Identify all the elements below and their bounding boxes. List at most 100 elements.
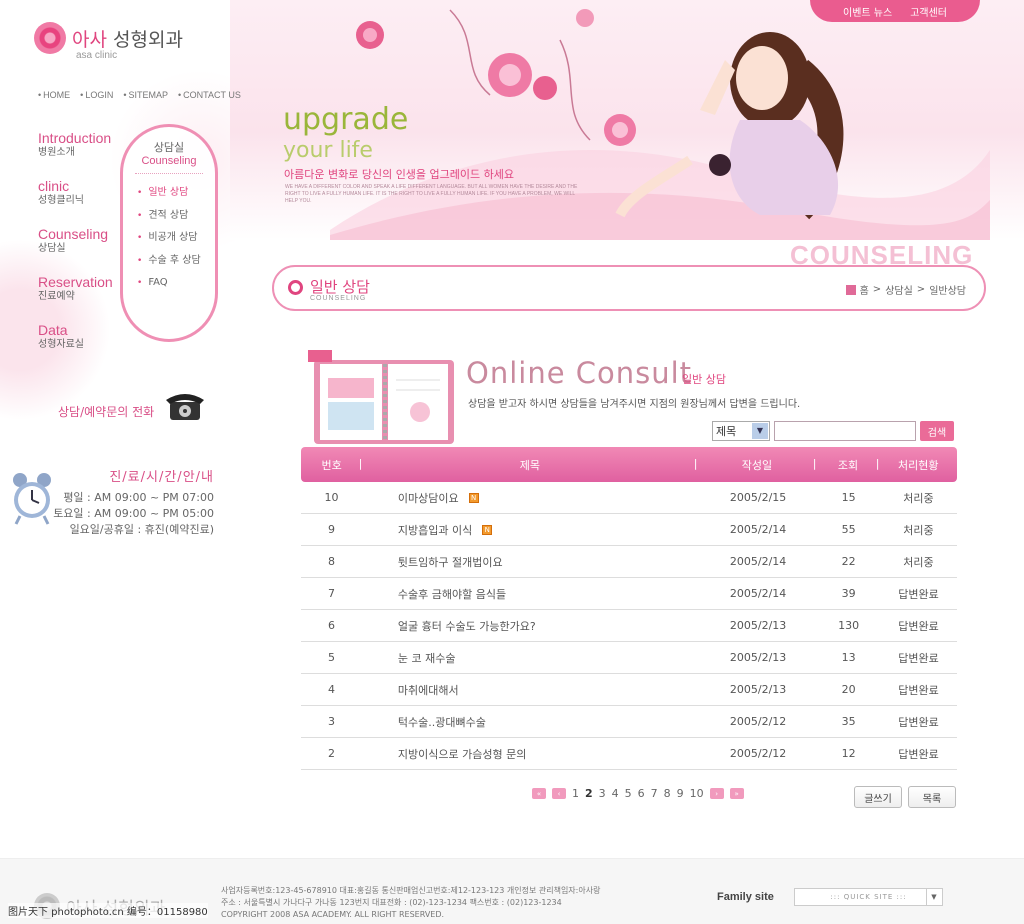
- page-number-link[interactable]: 6: [638, 787, 645, 800]
- tab-event-news[interactable]: 이벤트 뉴스: [843, 4, 892, 19]
- post-title-link[interactable]: 지방이식으로 가슴성형 문의: [398, 746, 526, 762]
- cell-views: 15: [841, 491, 856, 504]
- cell-date: 2005/2/12: [729, 747, 787, 760]
- table-row[interactable]: 8 튓트임하구 절개법이요 2005/2/14 22 처리중: [301, 546, 957, 578]
- page-number-link[interactable]: 3: [599, 787, 606, 800]
- table-row[interactable]: 9 지방흡입과 이식 N 2005/2/14 55 처리중: [301, 514, 957, 546]
- post-title-link[interactable]: 튓트임하구 절개법이요: [398, 554, 503, 570]
- table-row[interactable]: 10 이마상담이요 N 2005/2/15 15 처리중: [301, 482, 957, 514]
- top-tabs: 이벤트 뉴스 고객센터: [810, 0, 980, 22]
- new-post-icon: N: [482, 524, 493, 535]
- cell-status: 처리중: [903, 523, 934, 537]
- telephone-icon: [166, 394, 204, 420]
- cell-title[interactable]: 수술후 금해야할 음식들: [362, 586, 699, 602]
- banner-headline: upgrade: [283, 102, 409, 137]
- breadcrumb-counseling[interactable]: 상담실: [885, 282, 913, 297]
- cell-title[interactable]: 지방이식으로 가슴성형 문의: [362, 746, 699, 762]
- cell-date: 2005/2/14: [729, 587, 787, 600]
- side-item-clinic[interactable]: clinic 성형클리닉: [38, 178, 128, 207]
- cell-status: 답변완료: [898, 619, 939, 633]
- nav-login-link[interactable]: LOGIN: [80, 90, 113, 100]
- table-row[interactable]: 4 마취에대해서 2005/2/13 20 답변완료: [301, 674, 957, 706]
- tab-customer-center[interactable]: 고객센터: [910, 4, 947, 19]
- nav-sitemap-link[interactable]: SITEMAP: [123, 90, 168, 100]
- page-number-link[interactable]: 9: [677, 787, 684, 800]
- hours-saturday: 토요일 : AM 09:00 ~ PM 05:00: [53, 507, 214, 520]
- post-title-link[interactable]: 수술후 금해야할 음식들: [398, 586, 506, 602]
- family-site-select[interactable]: ::: QUICK SITE ::: ▼: [794, 888, 943, 906]
- post-title-link[interactable]: 지방흡입과 이식: [398, 522, 472, 538]
- table-header: 번호 제목 작성일 조회 처리현황: [301, 447, 957, 482]
- page-number-link[interactable]: 7: [651, 787, 658, 800]
- cell-date: 2005/2/12: [729, 715, 787, 728]
- post-title-link[interactable]: 마취에대해서: [398, 682, 459, 698]
- consult-subtitle: 일반 상담: [682, 373, 726, 386]
- footer-info: 사업자등록번호:123-45-678910 대표:홍길동 통신판매업신고번호:제…: [221, 885, 600, 921]
- cell-views: 22: [841, 555, 856, 568]
- side-item-reservation[interactable]: Reservation 진료예약: [38, 274, 128, 303]
- cell-title[interactable]: 튓트임하구 절개법이요: [362, 554, 699, 570]
- search-field-select[interactable]: 제목 ▼: [712, 421, 770, 441]
- submenu-item-general[interactable]: 일반 상담: [137, 182, 215, 205]
- breadcrumb-home[interactable]: 홈: [860, 282, 869, 297]
- cell-number: 9: [327, 523, 335, 536]
- page-number-link[interactable]: 1: [572, 787, 579, 800]
- consult-table: 번호 제목 작성일 조회 처리현황 10 이마상담이요 N 2005/2/15 15 처리…: [301, 447, 957, 770]
- office-hours: 진/료/시/간/안/내 평일 : AM 09:00 ~ PM 07:00 토요일…: [52, 466, 214, 538]
- footer: 아사 성형외과 사업자등록번호:123-45-678910 대표:홍길동 통신판…: [0, 858, 1024, 924]
- cell-title[interactable]: 얼굴 흉터 수술도 가능한가요?: [362, 618, 699, 634]
- table-row[interactable]: 5 눈 코 재수술 2005/2/13 13 답변완료: [301, 642, 957, 674]
- cell-title[interactable]: 눈 코 재수술: [362, 650, 699, 666]
- cell-number: 7: [327, 587, 335, 600]
- cell-title[interactable]: 지방흡입과 이식 N: [362, 522, 699, 538]
- last-page-icon[interactable]: »: [729, 788, 744, 799]
- post-title-link[interactable]: 턱수술..광대뼈수술: [398, 714, 486, 730]
- submenu-item-postop[interactable]: 수술 후 상담: [137, 250, 215, 273]
- side-item-counseling[interactable]: Counseling 상담실: [38, 226, 128, 255]
- side-item-introduction[interactable]: Introduction 병원소개: [38, 130, 128, 159]
- banner-small-copy: WE HAVE A DIFFERENT COLOR AND SPEAK A LI…: [285, 184, 578, 204]
- page-title: 일반 상담: [310, 278, 370, 296]
- cell-number: 3: [327, 715, 335, 728]
- post-title-link[interactable]: 눈 코 재수술: [398, 650, 456, 666]
- page: 아사 성형외과 asa clinic HOME LOGIN SITEMAP CO…: [0, 0, 1024, 924]
- post-title-link[interactable]: 이마상담이요: [398, 490, 459, 506]
- table-row[interactable]: 2 지방이식으로 가슴성형 문의 2005/2/12 12 답변완료: [301, 738, 957, 770]
- cell-views: 20: [841, 683, 856, 696]
- table-row[interactable]: 6 얼굴 흉터 수술도 가능한가요? 2005/2/13 130 답변완료: [301, 610, 957, 642]
- cell-date: 2005/2/13: [729, 683, 787, 696]
- cell-views: 55: [841, 523, 856, 536]
- cell-title[interactable]: 턱수술..광대뼈수술: [362, 714, 699, 730]
- submenu-item-faq[interactable]: FAQ: [137, 272, 215, 295]
- first-page-icon[interactable]: «: [532, 788, 546, 799]
- cell-title[interactable]: 마취에대해서: [362, 682, 699, 698]
- submenu-item-estimate[interactable]: 견적 상담: [137, 205, 215, 228]
- cell-title[interactable]: 이마상담이요 N: [362, 490, 699, 506]
- search-button[interactable]: 검색: [920, 421, 954, 441]
- nav-home-link[interactable]: HOME: [38, 90, 70, 100]
- list-button[interactable]: 목록: [908, 786, 956, 808]
- submenu-item-private[interactable]: 비공개 상담: [137, 227, 215, 250]
- page-number-link[interactable]: 10: [690, 787, 704, 800]
- next-page-icon[interactable]: ›: [709, 788, 724, 799]
- page-number-link[interactable]: 5: [625, 787, 632, 800]
- page-number-link[interactable]: 8: [664, 787, 671, 800]
- breadcrumb-current: 일반상담: [929, 286, 966, 297]
- board-actions: 글쓰기 목록: [854, 786, 956, 808]
- chevron-down-icon: ▼: [926, 889, 942, 905]
- page-number-link[interactable]: 4: [612, 787, 619, 800]
- nav-contact-link[interactable]: CONTACT US: [178, 90, 241, 100]
- search-input[interactable]: [774, 421, 916, 441]
- table-row[interactable]: 7 수술후 금해야할 음식들 2005/2/14 39 답변완료: [301, 578, 957, 610]
- column-header-title: 제목: [362, 457, 698, 473]
- cell-status: 답변완료: [898, 715, 939, 729]
- prev-page-icon[interactable]: ‹: [552, 788, 566, 799]
- table-row[interactable]: 3 턱수술..광대뼈수술 2005/2/12 35 답변완료: [301, 706, 957, 738]
- side-item-data[interactable]: Data 성형자료실: [38, 322, 128, 351]
- banner-headline-2: your life: [283, 138, 373, 163]
- page-number-link[interactable]: 2: [585, 787, 593, 800]
- column-header-views: 조회: [816, 457, 880, 473]
- write-button[interactable]: 글쓰기: [854, 786, 902, 808]
- cell-number: 8: [327, 555, 335, 568]
- post-title-link[interactable]: 얼굴 흉터 수술도 가능한가요?: [398, 618, 536, 634]
